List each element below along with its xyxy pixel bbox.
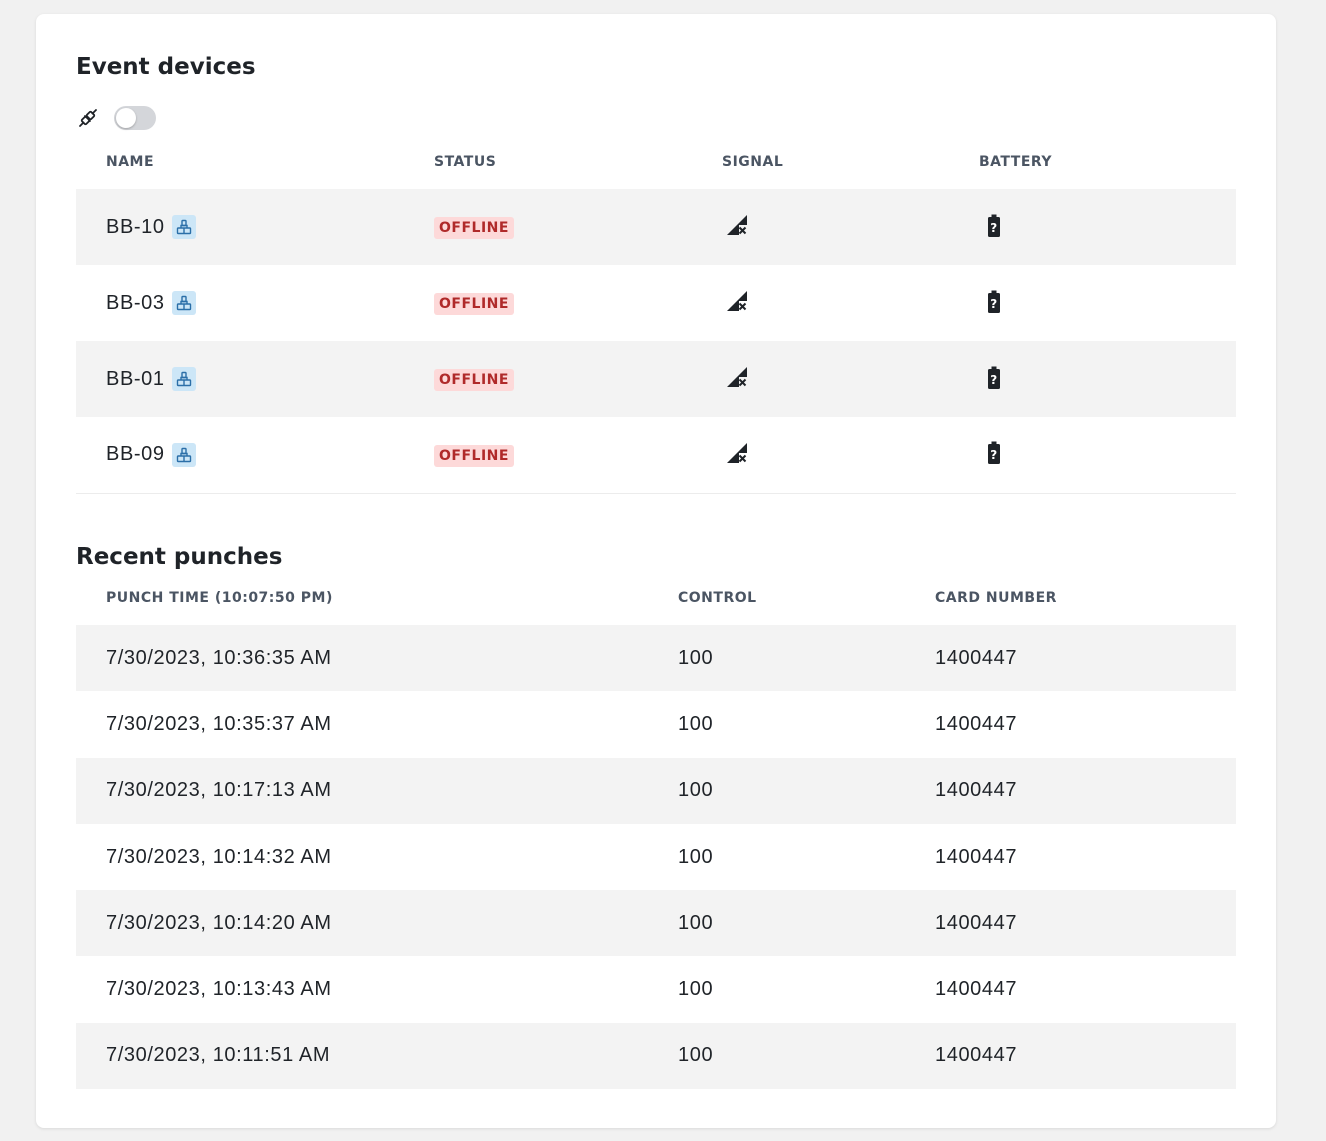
punch-time: 7/30/2023, 10:11:51 AM (106, 1044, 331, 1067)
status-badge: OFFLINE (434, 369, 514, 391)
punch-row[interactable]: 7/30/2023, 10:35:37 AM 100 1400447 (76, 691, 1236, 757)
punches-header-row: PUNCH TIME (10:07:50 PM) CONTROL CARD NU… (76, 590, 1236, 625)
punch-card-number: 1400447 (935, 1044, 1018, 1067)
punch-time: 7/30/2023, 10:13:43 AM (106, 978, 332, 1001)
punch-row[interactable]: 7/30/2023, 10:11:51 AM 100 1400447 (76, 1022, 1236, 1090)
punch-card-number: 1400447 (935, 978, 1018, 1001)
battery-unknown-icon: ? (979, 211, 1009, 241)
connection-toggle[interactable] (114, 106, 156, 130)
punch-row[interactable]: 7/30/2023, 10:14:32 AM 100 1400447 (76, 824, 1236, 890)
punch-row[interactable]: 7/30/2023, 10:36:35 AM 100 1400447 (76, 625, 1236, 692)
event-panel-card: Event devices NAME STATUS SIGNAL BATTERY (36, 14, 1276, 1128)
device-icon (171, 442, 196, 467)
device-row[interactable]: BB-09 OFFLINE? (76, 417, 1236, 493)
punch-control: 100 (678, 779, 714, 802)
column-header-name: NAME (106, 154, 155, 170)
status-badge: OFFLINE (434, 293, 514, 315)
svg-text:?: ? (990, 373, 998, 387)
device-name-cell: BB-03 (76, 265, 404, 341)
status-badge: OFFLINE (434, 444, 514, 467)
column-header-punch-time: PUNCH TIME (10:07:50 PM) (106, 590, 333, 606)
svg-text:?: ? (990, 221, 998, 235)
punch-control: 100 (678, 646, 714, 669)
column-header-status: STATUS (434, 154, 497, 170)
device-signal-cell (692, 417, 949, 493)
device-name: BB-01 (106, 367, 165, 390)
device-name: BB-03 (106, 291, 165, 314)
punch-control: 100 (678, 978, 714, 1001)
punch-card-number: 1400447 (935, 845, 1018, 868)
column-header-card-number: CARD NUMBER (935, 590, 1057, 606)
device-row[interactable]: BB-03 OFFLINE? (76, 265, 1236, 341)
punch-control: 100 (678, 911, 714, 934)
device-name-cell: BB-01 (76, 341, 404, 417)
device-status-cell: OFFLINE (404, 417, 692, 493)
device-icon (171, 367, 196, 391)
punch-card-number: 1400447 (935, 646, 1018, 669)
device-name-cell: BB-10 (76, 189, 404, 265)
punch-card-number: 1400447 (935, 911, 1018, 934)
punch-card-number: 1400447 (935, 779, 1018, 802)
plug-disconnected-icon (76, 106, 100, 130)
device-status-cell: OFFLINE (404, 265, 692, 341)
status-badge: OFFLINE (434, 217, 514, 239)
punch-time: 7/30/2023, 10:14:20 AM (106, 911, 332, 934)
signal-off-icon (722, 438, 752, 468)
device-name: BB-09 (106, 443, 165, 466)
device-icon (171, 291, 196, 315)
signal-off-icon (722, 362, 752, 392)
punch-row[interactable]: 7/30/2023, 10:17:13 AM 100 1400447 (76, 757, 1236, 824)
device-status-cell: OFFLINE (404, 189, 692, 265)
punch-row[interactable]: 7/30/2023, 10:14:20 AM 100 1400447 (76, 890, 1236, 957)
punch-time: 7/30/2023, 10:35:37 AM (106, 712, 332, 735)
punch-control: 100 (678, 1044, 714, 1067)
column-header-control: CONTROL (678, 590, 757, 606)
recent-punches-table: PUNCH TIME (10:07:50 PM) CONTROL CARD NU… (76, 590, 1236, 1090)
signal-off-icon (722, 210, 752, 240)
device-battery-cell: ? (949, 189, 1236, 265)
device-signal-cell (692, 189, 949, 265)
device-row[interactable]: BB-01 OFFLINE? (76, 341, 1236, 417)
punch-control: 100 (678, 845, 714, 868)
connection-toggle-row (76, 104, 156, 132)
device-name: BB-10 (106, 215, 165, 238)
signal-off-icon (722, 286, 752, 316)
battery-unknown-icon: ? (979, 363, 1009, 393)
battery-unknown-icon: ? (979, 287, 1009, 317)
punch-time: 7/30/2023, 10:36:35 AM (106, 646, 332, 669)
column-header-signal: SIGNAL (722, 154, 784, 170)
svg-text:?: ? (990, 297, 998, 311)
punch-time: 7/30/2023, 10:17:13 AM (106, 779, 332, 802)
device-status-cell: OFFLINE (404, 341, 692, 417)
event-devices-title: Event devices (76, 54, 256, 80)
svg-text:?: ? (990, 448, 998, 462)
punch-row[interactable]: 7/30/2023, 10:13:43 AM 100 1400447 (76, 956, 1236, 1022)
toggle-knob (116, 108, 136, 128)
device-row[interactable]: BB-10 OFFLINE? (76, 189, 1236, 265)
battery-unknown-icon: ? (979, 438, 1009, 468)
devices-header-row: NAME STATUS SIGNAL BATTERY (76, 154, 1236, 189)
device-battery-cell: ? (949, 341, 1236, 417)
device-icon (171, 215, 196, 239)
punch-control: 100 (678, 712, 714, 735)
device-battery-cell: ? (949, 265, 1236, 341)
device-battery-cell: ? (949, 417, 1236, 493)
device-name-cell: BB-09 (76, 417, 404, 493)
punch-time: 7/30/2023, 10:14:32 AM (106, 845, 332, 868)
recent-punches-title: Recent punches (76, 544, 283, 570)
device-signal-cell (692, 341, 949, 417)
event-devices-table: NAME STATUS SIGNAL BATTERY BB-10 OFFLINE?… (76, 154, 1236, 494)
device-signal-cell (692, 265, 949, 341)
punch-card-number: 1400447 (935, 712, 1018, 735)
column-header-battery: BATTERY (979, 154, 1053, 170)
